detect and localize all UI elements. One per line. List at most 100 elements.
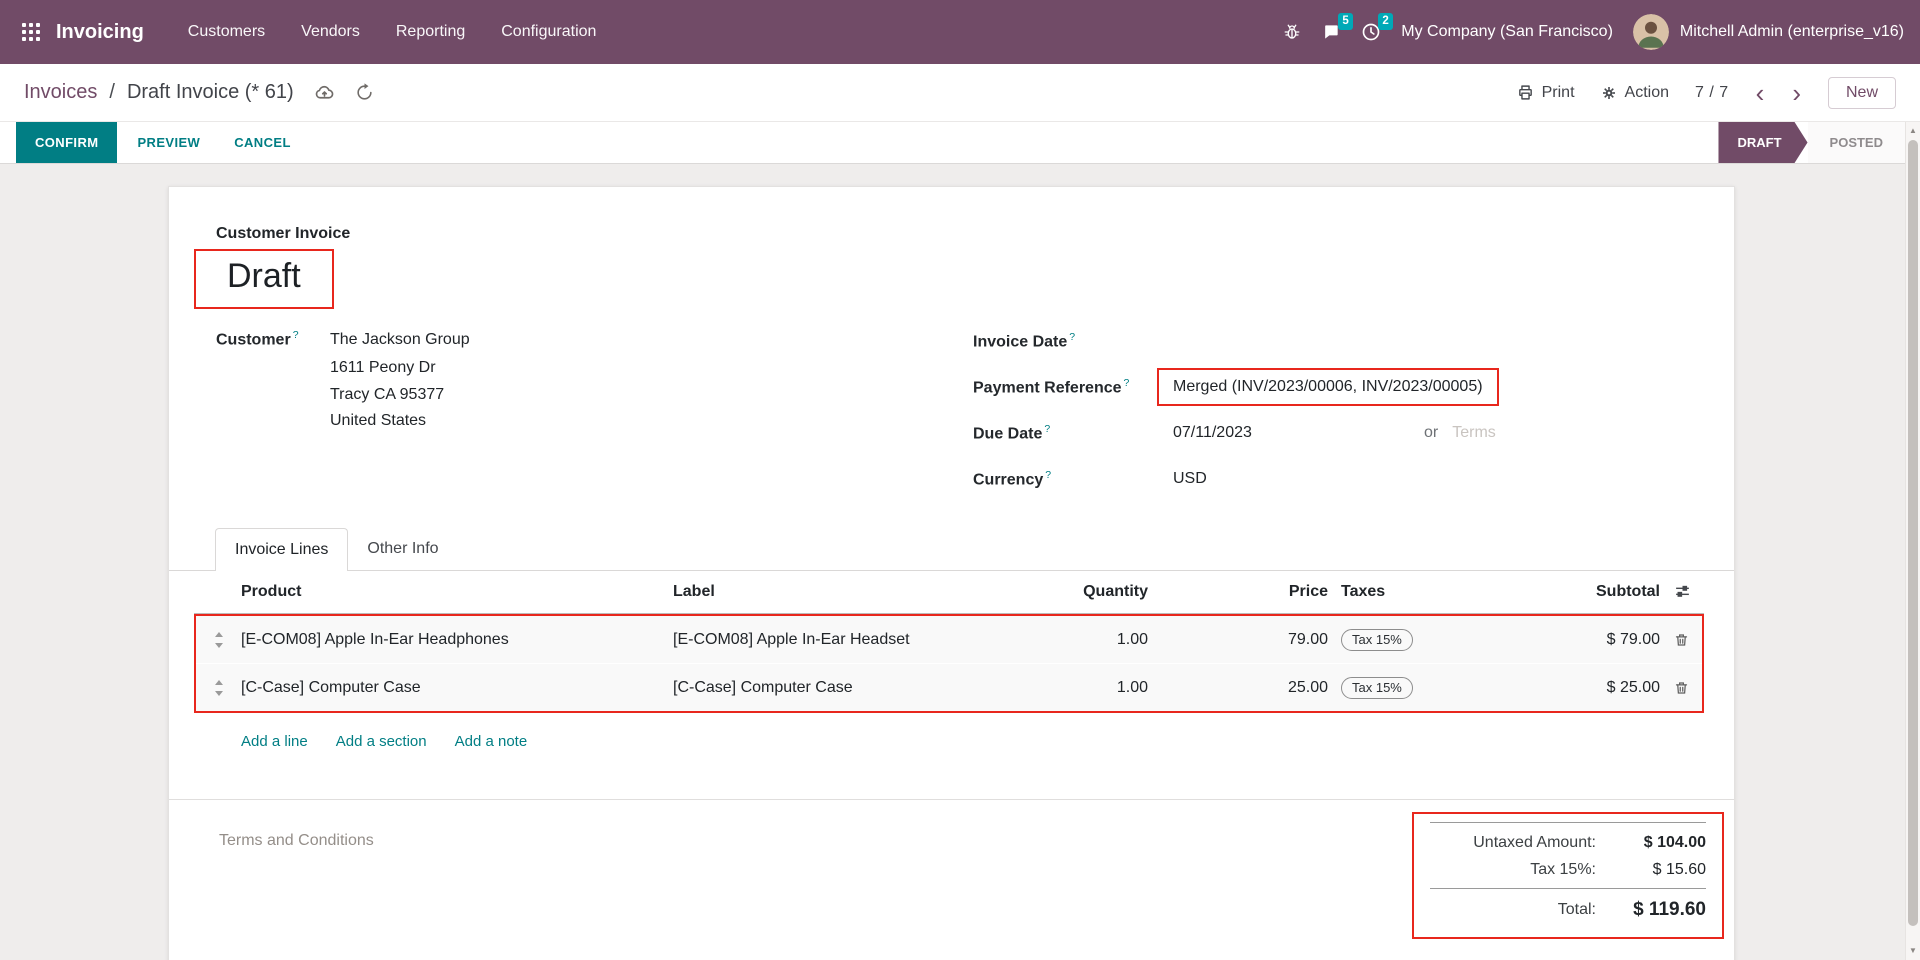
drag-handle-icon[interactable] [196,680,241,696]
totals-table: Untaxed Amount: $ 104.00 Tax 15%: $ 15.6… [1430,822,1706,925]
nav-reporting[interactable]: Reporting [396,23,465,41]
address-line-1: 1611 Peony Dr [330,355,470,382]
due-date-input[interactable]: 07/11/2023 [1173,424,1424,442]
currency-field[interactable]: USD [1173,470,1207,488]
line-product[interactable]: [E-COM08] Apple In-Ear Headphones [241,631,673,649]
line-label[interactable]: [C-Case] Computer Case [673,679,1037,697]
due-date-label: Due Date? [973,423,1173,443]
tax-tag[interactable]: Tax 15% [1341,677,1413,699]
activities-clock-icon[interactable]: 2 [1361,22,1381,42]
currency-row: Currency? USD [973,456,1725,502]
customer-block: Customer? The Jackson Group 1611 Peony D… [216,329,470,435]
app-name[interactable]: Invoicing [56,21,144,44]
nav-configuration[interactable]: Configuration [501,23,596,41]
delete-line-icon[interactable] [1660,680,1702,696]
invoice-fields: Invoice Date? Payment Reference? Merged … [973,318,1725,502]
terms-and-conditions-input[interactable]: Terms and Conditions [219,832,374,850]
navbar-left: Invoicing Customers Vendors Reporting Co… [16,17,596,47]
untaxed-amount-label: Untaxed Amount: [1473,834,1596,852]
line-product[interactable]: [C-Case] Computer Case [241,679,673,697]
price-column-header[interactable]: Price [1148,583,1328,601]
optional-columns-icon[interactable] [1660,583,1704,600]
confirm-button[interactable]: CONFIRM [16,122,117,163]
help-marker: ? [293,329,299,341]
label-column-header[interactable]: Label [673,583,1037,601]
bug-icon[interactable] [1283,23,1301,41]
payment-terms-input[interactable]: Terms [1452,424,1496,442]
action-button[interactable]: Action [1601,84,1669,102]
payment-reference-label: Payment Reference? [973,377,1173,397]
product-column-header[interactable]: Product [241,583,673,601]
tax-tag[interactable]: Tax 15% [1341,629,1413,651]
pager-counter[interactable]: 7 / 7 [1695,84,1729,102]
print-button[interactable]: Print [1517,84,1575,102]
preview-button[interactable]: PREVIEW [123,122,214,163]
state-posted[interactable]: POSTED [1808,122,1905,163]
subtotal-column-header[interactable]: Subtotal [1501,583,1660,601]
user-name: Mitchell Admin (enterprise_v16) [1680,23,1904,41]
breadcrumb-invoices-link[interactable]: Invoices [24,81,97,104]
invoice-line-row[interactable]: [C-Case] Computer Case [C-Case] Computer… [196,663,1702,711]
user-menu[interactable]: Mitchell Admin (enterprise_v16) [1633,14,1904,50]
messages-badge: 5 [1338,13,1353,30]
quantity-column-header[interactable]: Quantity [1037,583,1148,601]
state-title-annotation-box: Draft [194,249,334,309]
list-add-links: Add a line Add a section Add a note [241,718,527,764]
state-draft[interactable]: DRAFT [1718,122,1807,163]
line-label[interactable]: [E-COM08] Apple In-Ear Headset [673,631,1037,649]
discard-changes-icon[interactable] [355,83,374,102]
untaxed-amount-value: $ 104.00 [1596,834,1706,852]
add-a-line-link[interactable]: Add a line [241,733,308,750]
due-date-row: Due Date? 07/11/2023 or Terms [973,410,1725,456]
total-value: $ 119.60 [1596,899,1706,921]
print-label: Print [1542,84,1575,102]
add-a-section-link[interactable]: Add a section [336,733,427,750]
unsaved-cloud-icon[interactable] [314,82,335,103]
vertical-scrollbar[interactable]: ▲ ▼ [1905,122,1920,960]
pager-previous-button[interactable]: ‹ [1755,80,1766,106]
tax-label: Tax 15%: [1530,861,1596,879]
line-quantity[interactable]: 1.00 [1037,631,1148,649]
totals-annotation-box: Untaxed Amount: $ 104.00 Tax 15%: $ 15.6… [1412,812,1724,939]
invoice-line-row[interactable]: [E-COM08] Apple In-Ear Headphones [E-COM… [196,616,1702,663]
line-subtotal: $ 79.00 [1501,631,1660,649]
customer-label: Customer? [216,329,330,349]
scroll-up-arrow[interactable]: ▲ [1906,123,1920,139]
scroll-down-arrow[interactable]: ▼ [1906,943,1920,959]
line-price[interactable]: 79.00 [1148,631,1328,649]
pager-next-button[interactable]: › [1791,80,1802,106]
payment-reference-row: Payment Reference? Merged (INV/2023/0000… [973,364,1725,410]
apps-grid-icon[interactable] [16,17,46,47]
messages-icon[interactable]: 5 [1321,22,1341,42]
status-arrow: DRAFT POSTED [1718,122,1905,163]
user-avatar[interactable] [1633,14,1669,50]
line-quantity[interactable]: 1.00 [1037,679,1148,697]
currency-label: Currency? [973,469,1173,489]
new-button[interactable]: New [1828,77,1896,109]
nav-vendors[interactable]: Vendors [301,23,360,41]
address-line-2: Tracy CA 95377 [330,382,470,409]
help-marker: ? [1045,469,1051,481]
drag-handle-icon[interactable] [196,632,241,648]
lines-table-header: Product Label Quantity Price Taxes Subto… [194,570,1704,614]
tab-invoice-lines[interactable]: Invoice Lines [215,528,348,571]
untaxed-amount-row: Untaxed Amount: $ 104.00 [1430,829,1706,856]
breadcrumb-separator: / [109,81,115,104]
currency-label-text: Currency [973,471,1043,488]
invoice-date-label: Invoice Date? [973,331,1173,351]
customer-address: 1611 Peony Dr Tracy CA 95377 United Stat… [330,355,470,435]
customer-name-field[interactable]: The Jackson Group [330,331,470,349]
add-a-note-link[interactable]: Add a note [455,733,528,750]
statusbar: CONFIRM PREVIEW CANCEL DRAFT POSTED [0,122,1905,164]
tab-other-info[interactable]: Other Info [348,528,457,570]
line-price[interactable]: 25.00 [1148,679,1328,697]
invoice-date-row: Invoice Date? [973,318,1725,364]
payment-reference-input[interactable]: Merged (INV/2023/00006, INV/2023/00005) [1157,368,1499,406]
help-marker: ? [1069,331,1075,343]
scrollbar-thumb[interactable] [1908,140,1918,926]
nav-customers[interactable]: Customers [188,23,265,41]
cancel-button[interactable]: CANCEL [220,122,305,163]
taxes-column-header[interactable]: Taxes [1328,583,1501,601]
company-switcher[interactable]: My Company (San Francisco) [1401,23,1613,41]
delete-line-icon[interactable] [1660,632,1702,648]
